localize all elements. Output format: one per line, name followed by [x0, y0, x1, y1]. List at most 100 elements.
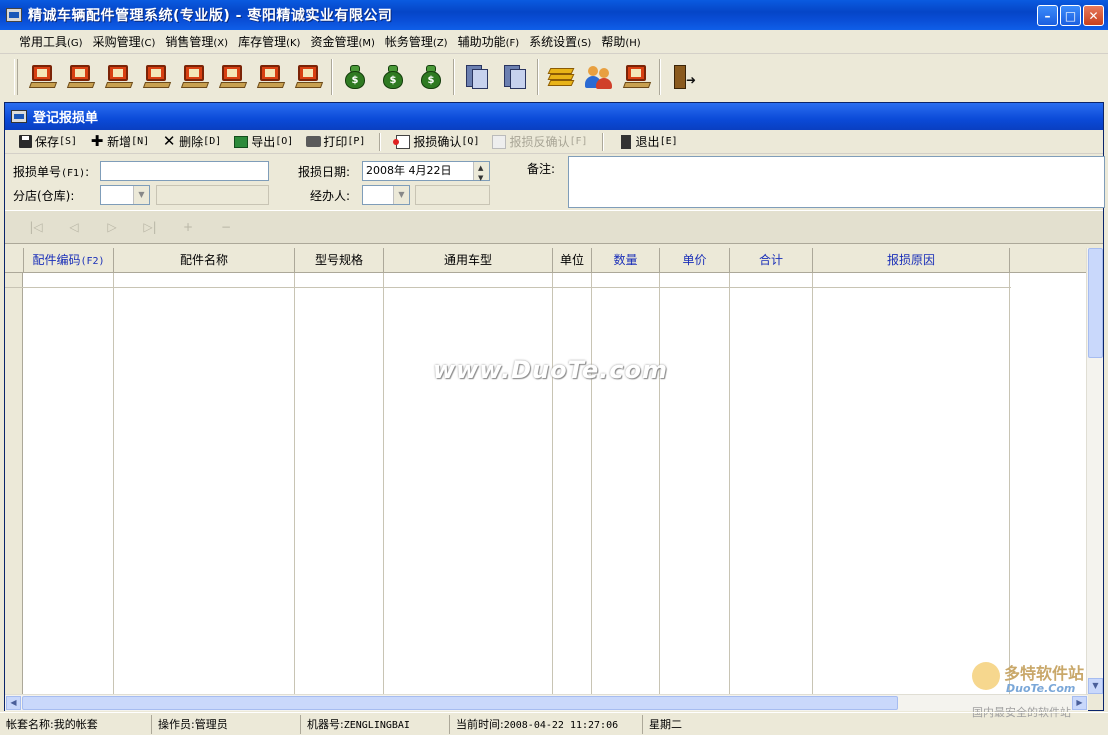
col-part-name-header[interactable]: 配件名称: [114, 248, 295, 272]
purchase-query-icon[interactable]: [100, 58, 138, 96]
parts-grid[interactable]: 配件编码(F2) 配件名称 型号规格 通用车型 单位 数量 单价 合计 报损原因: [5, 248, 1086, 694]
column-label: 单价: [682, 253, 707, 267]
col-total-header[interactable]: 合计: [730, 248, 813, 272]
save-button[interactable]: 保存 [S]: [11, 131, 83, 153]
add-button[interactable]: ✚ 新增 [N]: [83, 131, 155, 153]
column-divider: [113, 273, 114, 694]
minimize-button[interactable]: –: [1037, 5, 1058, 26]
toolbar-grip[interactable]: [14, 59, 18, 95]
unconfirm-hotkey: [F]: [569, 136, 588, 147]
sales-query-icon[interactable]: [214, 58, 252, 96]
col-unit-header[interactable]: 单位: [553, 248, 592, 272]
memo-textarea[interactable]: [568, 156, 1105, 208]
users-icon[interactable]: [580, 58, 618, 96]
window-controls: – □ ✕: [1037, 5, 1104, 26]
delete-x-icon: ✕: [162, 132, 176, 150]
confirm-damage-button[interactable]: 报损确认 [Q]: [389, 131, 485, 153]
vertical-scrollbar[interactable]: ▼: [1086, 248, 1103, 694]
menu-help[interactable]: 帮助(H): [596, 32, 645, 52]
print-label: 打印: [323, 135, 348, 149]
print-button[interactable]: 打印 [P]: [299, 131, 371, 153]
menu-tools[interactable]: 常用工具(G): [14, 32, 88, 52]
column-label: 合计: [758, 253, 783, 267]
app-icon[interactable]: [6, 8, 22, 22]
menu-label: 销售管理: [165, 34, 214, 49]
col-reason-header[interactable]: 报损原因: [813, 248, 1010, 272]
documents-icon[interactable]: [496, 58, 534, 96]
menu-hotkey: (X): [213, 37, 229, 49]
excel-icon: [233, 134, 249, 150]
money-out-icon[interactable]: $: [412, 58, 450, 96]
window-icon: [11, 110, 27, 123]
main-toolbar: $ $ $ ➜: [4, 55, 1104, 99]
row-indicator-header: [5, 248, 24, 272]
confirm-document-icon: [393, 134, 411, 150]
delete-label: 删除: [179, 135, 204, 149]
handler-name-field: [415, 185, 490, 205]
next-record-button[interactable]: ▷: [93, 220, 131, 234]
col-part-code-header[interactable]: 配件编码(F2): [24, 248, 114, 272]
purchase-return-icon[interactable]: [62, 58, 100, 96]
toolbar-separator: [331, 59, 333, 95]
export-button[interactable]: 导出 [O]: [227, 131, 299, 153]
col-spec-header[interactable]: 型号规格: [295, 248, 384, 272]
row-indicator-column[interactable]: [5, 273, 23, 694]
menu-purchase[interactable]: 采购管理(C): [88, 32, 161, 52]
branch-select[interactable]: ▼: [100, 185, 150, 205]
date-picker[interactable]: 2008年 4月22日: [362, 159, 490, 187]
books-icon[interactable]: [542, 58, 580, 96]
first-record-button[interactable]: |◁: [17, 220, 55, 234]
col-vehicle-header[interactable]: 通用车型: [384, 248, 553, 272]
menu-accounts[interactable]: 帐务管理(Z): [380, 32, 453, 52]
chevron-down-icon[interactable]: ▼: [133, 186, 149, 204]
stock-check-icon[interactable]: [290, 58, 328, 96]
money-in-icon[interactable]: $: [374, 58, 412, 96]
col-qty-header[interactable]: 数量: [592, 248, 660, 272]
table-row[interactable]: [5, 273, 1011, 288]
handler-label: 经办人:: [310, 189, 351, 203]
date-spinner[interactable]: [473, 159, 489, 187]
maximize-button[interactable]: □: [1060, 5, 1081, 26]
sales-return-icon[interactable]: [176, 58, 214, 96]
horizontal-scrollbar[interactable]: ◀ ▶: [5, 694, 1088, 711]
unconfirm-damage-button[interactable]: 报损反确认 [F]: [485, 131, 593, 153]
confirm-label: 报损确认: [413, 135, 462, 149]
menu-auxiliary[interactable]: 辅助功能(F): [453, 32, 525, 52]
menu-label: 常用工具: [19, 34, 68, 49]
purchase-order-icon[interactable]: [24, 58, 62, 96]
last-record-button[interactable]: ▷|: [131, 220, 169, 234]
grid-body[interactable]: [5, 273, 1011, 694]
column-divider: [1009, 273, 1010, 694]
close-button[interactable]: ✕: [1083, 5, 1104, 26]
exit-door-icon[interactable]: ➜: [664, 58, 702, 96]
menu-funds[interactable]: 资金管理(M): [305, 32, 379, 52]
report-icon[interactable]: [458, 58, 496, 96]
menu-settings[interactable]: 系统设置(S): [524, 32, 596, 52]
column-divider: [294, 273, 295, 694]
horizontal-scroll-thumb[interactable]: [22, 696, 898, 710]
prev-record-button[interactable]: ◁: [55, 220, 93, 234]
toolbar-separator: [379, 132, 382, 151]
chevron-down-icon[interactable]: ▼: [393, 186, 409, 204]
delete-record-button[interactable]: −: [207, 220, 245, 234]
vertical-scroll-thumb[interactable]: [1088, 248, 1103, 358]
exit-button[interactable]: 退出 [E]: [612, 131, 684, 153]
col-price-header[interactable]: 单价: [660, 248, 730, 272]
order-number-input[interactable]: [100, 161, 269, 181]
menu-sales[interactable]: 销售管理(X): [160, 32, 233, 52]
sales-order-icon[interactable]: [138, 58, 176, 96]
menu-inventory[interactable]: 库存管理(K): [233, 32, 305, 52]
system-icon[interactable]: [618, 58, 656, 96]
column-divider: [383, 273, 384, 694]
stock-transfer-icon[interactable]: [252, 58, 290, 96]
column-divider: [552, 273, 553, 694]
toolbar-separator: [601, 132, 604, 151]
insert-record-button[interactable]: +: [169, 220, 207, 234]
toolbar-separator: [537, 59, 539, 95]
menu-hotkey: (G): [67, 37, 83, 49]
scroll-left-arrow[interactable]: ◀: [6, 696, 21, 710]
handler-select[interactable]: ▼: [362, 185, 410, 205]
save-label: 保存: [35, 135, 60, 149]
delete-button[interactable]: ✕ 删除 [D]: [155, 131, 227, 153]
cashbox-icon[interactable]: $: [336, 58, 374, 96]
